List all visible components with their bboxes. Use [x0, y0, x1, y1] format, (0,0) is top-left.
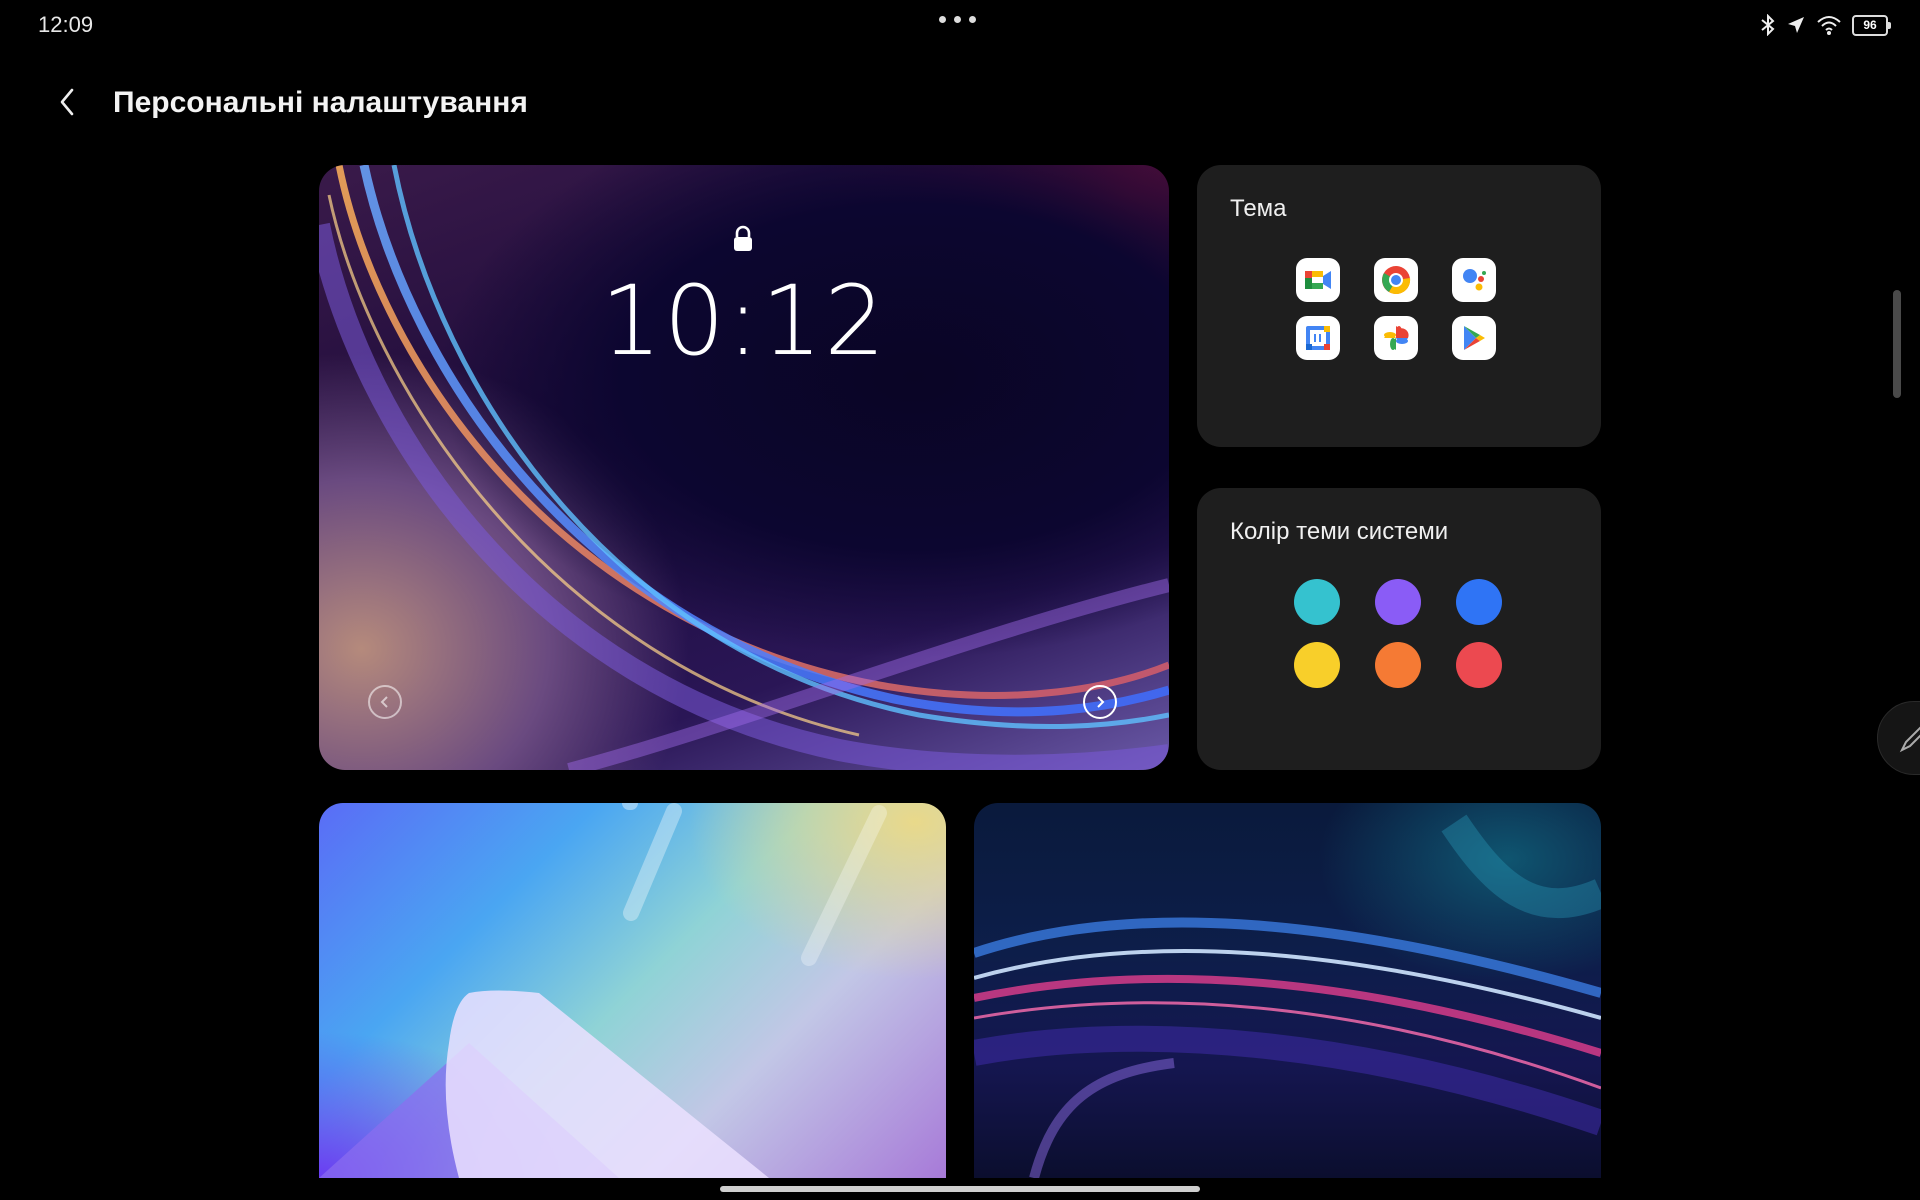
page-title: Персональні налаштування — [113, 86, 528, 119]
theme-app-icons — [1296, 258, 1496, 360]
chevron-left-icon — [380, 696, 388, 708]
google-meet-icon — [1296, 258, 1340, 302]
chevron-right-icon — [1097, 696, 1105, 708]
wallpaper-shapes — [319, 803, 887, 1178]
chevron-left-icon — [60, 88, 74, 116]
scrollbar[interactable] — [1893, 290, 1901, 398]
color-swatch[interactable] — [1456, 579, 1502, 625]
color-swatches — [1294, 579, 1502, 688]
wallpaper-waves — [974, 814, 1601, 1178]
theme-card-title: Тема — [1230, 195, 1287, 222]
color-swatch[interactable] — [1456, 642, 1502, 688]
google-assistant-icon — [1452, 258, 1496, 302]
system-color-card[interactable]: Колір теми системи — [1197, 488, 1601, 770]
google-calendar-icon — [1296, 316, 1340, 360]
bluetooth-icon — [1761, 14, 1775, 36]
wallpaper-thumbnail[interactable] — [319, 803, 946, 1178]
floating-pen-button[interactable] — [1877, 701, 1920, 775]
wallpaper-thumbnail[interactable] — [974, 803, 1601, 1178]
color-swatch[interactable] — [1375, 642, 1421, 688]
chrome-icon — [1374, 258, 1418, 302]
wifi-icon — [1817, 16, 1841, 35]
color-swatch[interactable] — [1375, 579, 1421, 625]
lock-icon — [734, 225, 752, 251]
back-button[interactable] — [48, 80, 88, 124]
lockscreen-clock: 10:12 — [600, 265, 888, 377]
previous-preview-button[interactable] — [368, 685, 402, 719]
theme-card[interactable]: Тема — [1197, 165, 1601, 447]
pen-icon — [1899, 726, 1920, 753]
battery-icon: 96 — [1852, 14, 1891, 36]
google-photos-icon — [1374, 316, 1418, 360]
status-icons: 96 — [1760, 14, 1891, 36]
next-preview-button[interactable] — [1083, 685, 1117, 719]
location-arrow-icon — [1788, 17, 1804, 33]
lockscreen-preview[interactable]: 10:12 — [319, 165, 1169, 770]
color-card-title: Колір теми системи — [1230, 518, 1449, 545]
color-swatch[interactable] — [1294, 579, 1340, 625]
home-indicator[interactable] — [720, 1186, 1200, 1192]
status-time: 12:09 — [38, 12, 94, 37]
google-play-icon — [1452, 316, 1496, 360]
wallpaper-waves — [319, 165, 1169, 770]
color-swatch[interactable] — [1294, 642, 1340, 688]
multitasking-dots-icon[interactable] — [939, 16, 976, 23]
